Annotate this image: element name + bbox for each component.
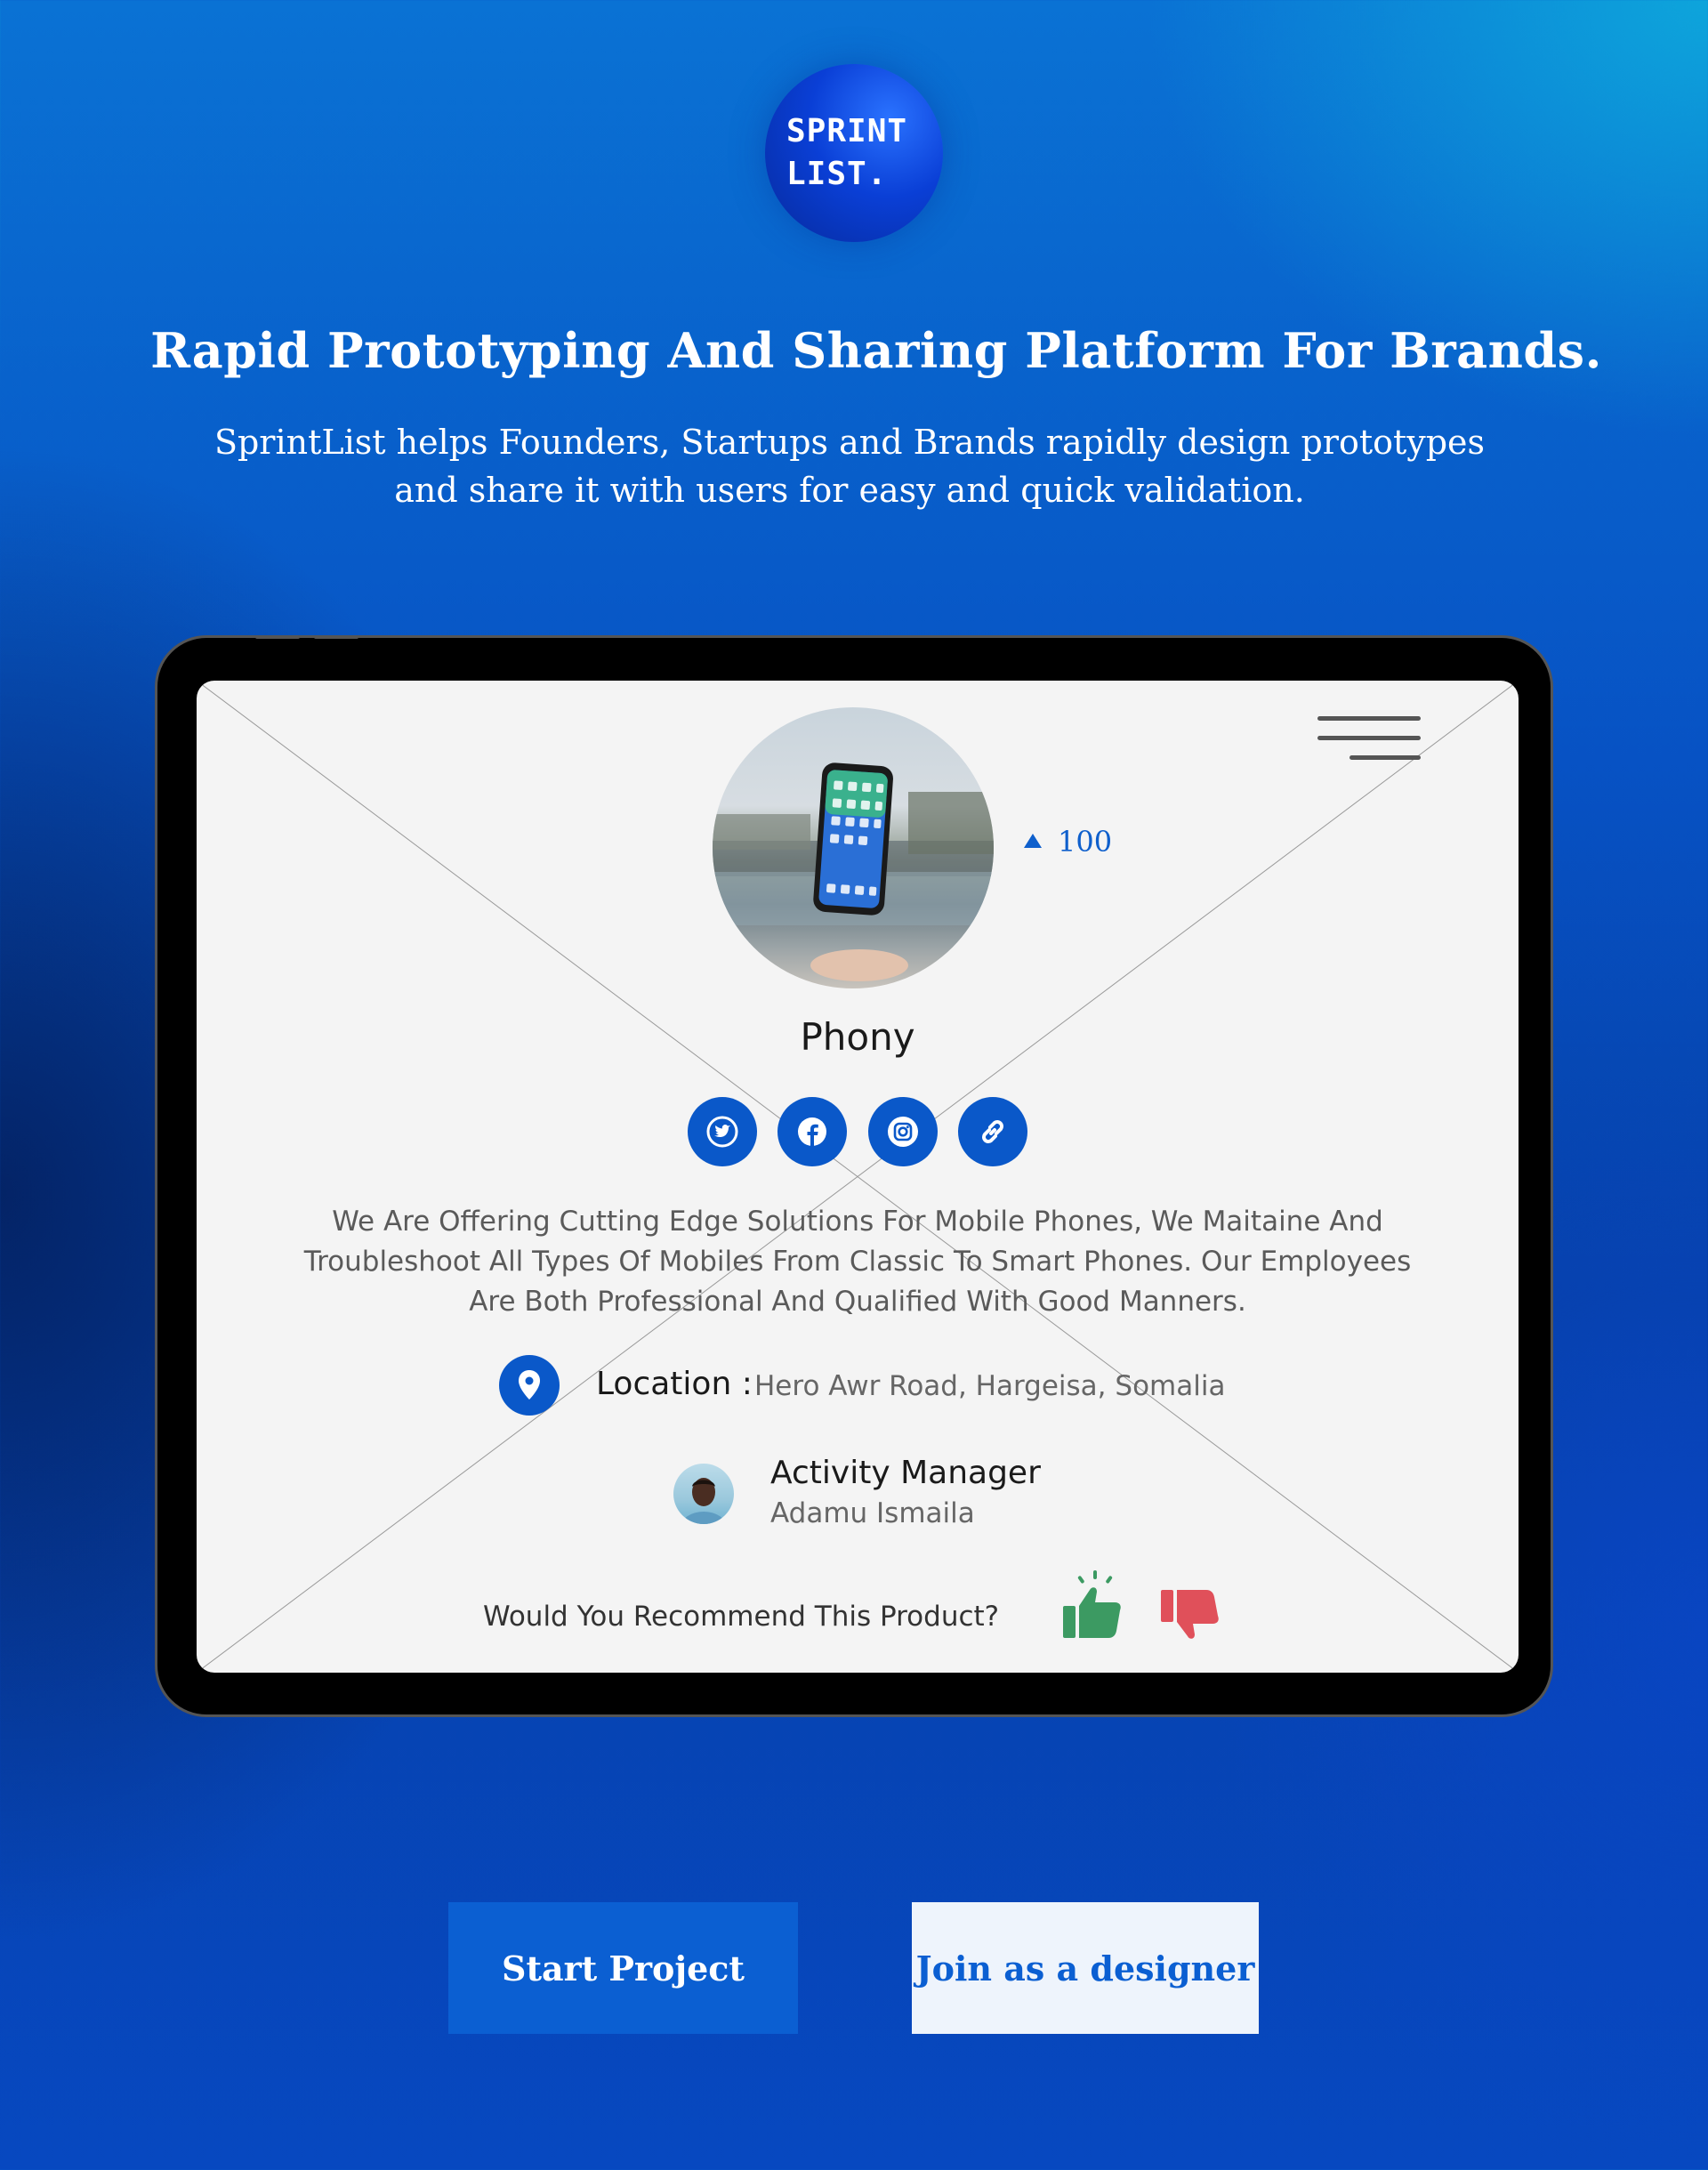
tablet-mockup: 100 Phony We Are Offering Cutting Edge S…	[155, 635, 1553, 1717]
brand-description-line-3: Are Both Professional And Qualified With…	[469, 1286, 1246, 1318]
tablet-button	[314, 635, 359, 639]
menu-icon[interactable]	[1317, 714, 1421, 762]
upvote-value: 100	[1058, 825, 1113, 859]
manager-title: Activity Manager	[770, 1455, 1041, 1491]
brand-name: Phony	[800, 1015, 915, 1059]
manager-avatar	[673, 1464, 734, 1524]
upvote-arrow-icon[interactable]	[1024, 834, 1042, 848]
thumbs-down-icon[interactable]	[1159, 1588, 1227, 1659]
location-value: Hero Awr Road, Hargeisa, Somalia	[754, 1370, 1226, 1402]
recommend-question: Would You Recommend This Product?	[483, 1601, 1000, 1633]
location-label: Location :	[596, 1366, 753, 1402]
brand-description-line-2: Troubleshoot All Types Of Mobiles From C…	[303, 1246, 1412, 1278]
logo-line-1: SPRINT	[786, 113, 908, 149]
logo-line-2: LIST.	[786, 156, 888, 192]
manager-name: Adamu Ismaila	[770, 1497, 975, 1529]
thumbs-up-icon[interactable]	[1061, 1570, 1129, 1645]
start-project-button[interactable]: Start Project	[448, 1902, 798, 2034]
location-pin-icon	[499, 1355, 560, 1416]
facebook-icon[interactable]	[777, 1097, 847, 1166]
join-as-designer-button[interactable]: Join as a designer	[912, 1902, 1259, 2034]
brand-description: We Are Offering Cutting Edge Solutions F…	[286, 1202, 1430, 1322]
hero-headline: Rapid Prototyping And Sharing Platform F…	[150, 322, 1602, 379]
link-icon[interactable]	[958, 1097, 1027, 1166]
hero-subtitle-line-2: and share it with users for easy and qui…	[394, 471, 1305, 510]
upvote-count[interactable]: 100	[1024, 825, 1112, 859]
twitter-icon[interactable]	[688, 1097, 757, 1166]
brand-description-line-1: We Are Offering Cutting Edge Solutions F…	[332, 1206, 1383, 1238]
tablet-screen: 100 Phony We Are Offering Cutting Edge S…	[197, 681, 1519, 1673]
hero-subtitle-line-1: SprintList helps Founders, Startups and …	[214, 423, 1486, 462]
hero-subtitle: SprintList helps Founders, Startups and …	[196, 418, 1503, 514]
instagram-icon[interactable]	[868, 1097, 938, 1166]
sprintlist-logo[interactable]: SPRINT LIST.	[765, 64, 943, 242]
brand-avatar	[713, 707, 994, 988]
tablet-button	[255, 635, 300, 639]
